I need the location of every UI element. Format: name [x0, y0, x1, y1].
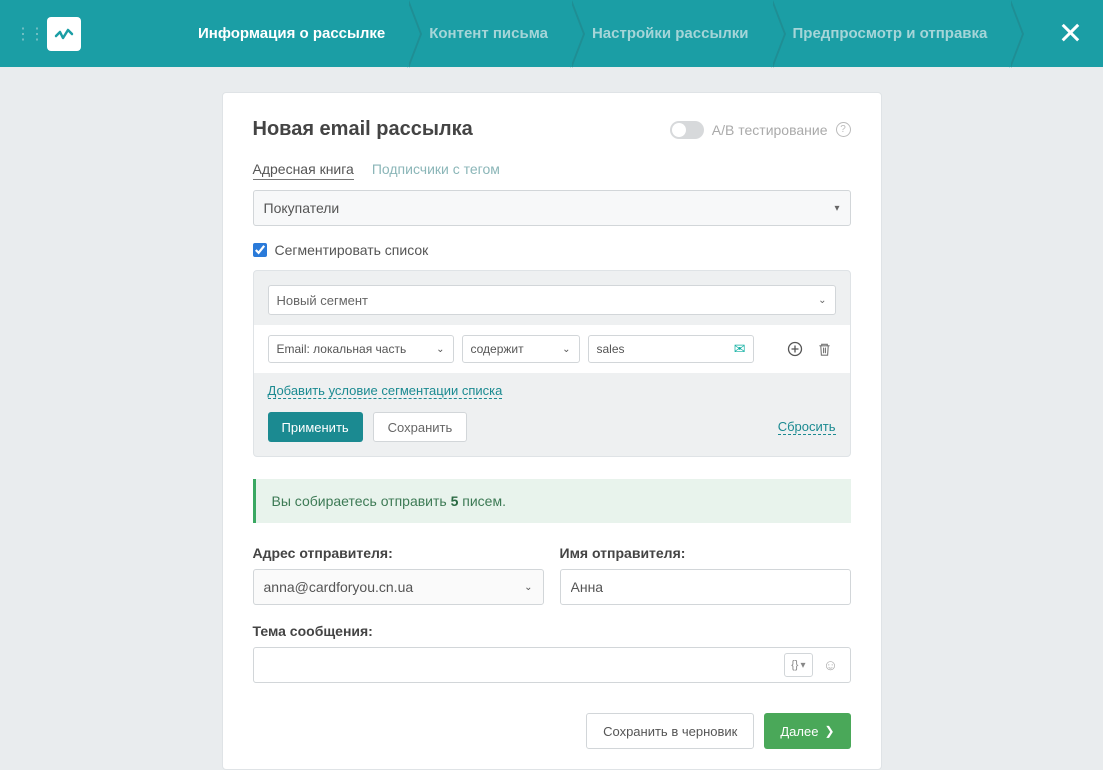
close-icon[interactable]: ✕	[1058, 16, 1083, 51]
main-card: Новая email рассылка A/B тестирование ? …	[222, 92, 882, 770]
rule-operator-value: содержит	[471, 342, 524, 356]
add-condition-row: Добавить условие сегментации списка	[268, 383, 836, 398]
subject-label: Тема сообщения:	[253, 623, 851, 639]
segment-panel: Новый сегмент ⌄ Email: локальная часть ⌄…	[253, 270, 851, 457]
subject-section: Тема сообщения: {} ▾ ☺	[253, 623, 851, 683]
segment-checkbox-label: Сегментировать список	[275, 242, 429, 258]
sender-address-select[interactable]: anna@cardforyou.cn.ua ⌄	[253, 569, 544, 605]
segment-select[interactable]: Новый сегмент ⌄	[268, 285, 836, 315]
add-condition-link[interactable]: Добавить условие сегментации списка	[268, 383, 503, 399]
step-settings[interactable]: Настройки рассылки	[570, 0, 771, 67]
card-footer: Сохранить в черновик Далее ❯	[253, 713, 851, 749]
sender-name-col: Имя отправителя:	[560, 545, 851, 605]
rule-value-wrap: ✉	[588, 335, 754, 363]
sender-address-col: Адрес отправителя: anna@cardforyou.cn.ua…	[253, 545, 544, 605]
caret-down-icon: ▾	[834, 203, 839, 214]
chevron-down-icon: ▾	[800, 660, 805, 671]
step-label: Информация о рассылке	[198, 25, 385, 42]
ab-toggle[interactable]	[670, 121, 704, 139]
save-draft-button[interactable]: Сохранить в черновик	[586, 713, 754, 749]
rule-field-value: Email: локальная часть	[277, 342, 407, 356]
sender-name-input[interactable]	[560, 569, 851, 605]
delete-rule-icon[interactable]	[814, 338, 836, 360]
next-button[interactable]: Далее ❯	[764, 713, 850, 749]
ab-testing-toggle-wrap: A/B тестирование ?	[670, 121, 851, 139]
sender-row: Адрес отправителя: anna@cardforyou.cn.ua…	[253, 545, 851, 605]
variables-button[interactable]: {} ▾	[784, 653, 812, 677]
banner-suffix: писем.	[458, 493, 506, 509]
segment-select-value: Новый сегмент	[277, 293, 369, 308]
recipient-tabs: Адресная книга Подписчики с тегом	[253, 161, 851, 180]
segment-actions: Применить Сохранить Сбросить	[268, 412, 836, 442]
info-banner: Вы собираетесь отправить 5 писем.	[253, 479, 851, 523]
variables-label: {}	[791, 659, 798, 671]
apply-button[interactable]: Применить	[268, 412, 363, 442]
subject-input[interactable]	[253, 647, 851, 683]
app-logo-icon[interactable]	[47, 17, 81, 51]
wizard-steps: Информация о рассылке Контент письма Нас…	[176, 0, 1009, 67]
drag-handle-icon[interactable]: ⋮⋮	[15, 24, 43, 44]
emoji-icon[interactable]: ☺	[819, 653, 843, 677]
step-label: Предпросмотр и отправка	[793, 25, 988, 42]
rule-operator-select[interactable]: содержит ⌄	[462, 335, 580, 363]
subject-row: {} ▾ ☺	[253, 647, 851, 683]
rule-value-input[interactable]	[588, 335, 754, 363]
chevron-down-icon: ⌄	[818, 295, 826, 306]
logo-area: ⋮⋮	[0, 17, 81, 51]
chevron-right-icon: ❯	[824, 724, 834, 738]
page-title: Новая email рассылка	[253, 118, 473, 141]
card-header: Новая email рассылка A/B тестирование ?	[253, 118, 851, 141]
next-label: Далее	[780, 724, 818, 739]
sender-name-label: Имя отправителя:	[560, 545, 851, 561]
segment-checkbox-row[interactable]: Сегментировать список	[253, 242, 851, 258]
step-content[interactable]: Контент письма	[407, 0, 570, 67]
address-book-select[interactable]: Покупатели ▾	[253, 190, 851, 226]
tab-subscribers-tag[interactable]: Подписчики с тегом	[372, 161, 500, 180]
help-icon[interactable]: ?	[836, 122, 851, 137]
segment-checkbox[interactable]	[253, 243, 267, 257]
chevron-down-icon: ⌄	[436, 344, 444, 355]
subject-icons: {} ▾ ☺	[784, 653, 842, 677]
ab-label: A/B тестирование	[712, 122, 828, 138]
sender-address-label: Адрес отправителя:	[253, 545, 544, 561]
wizard-header: ⋮⋮ Информация о рассылке Контент письма …	[0, 0, 1103, 67]
sender-address-value: anna@cardforyou.cn.ua	[264, 579, 414, 595]
tab-address-book[interactable]: Адресная книга	[253, 161, 354, 180]
step-preview[interactable]: Предпросмотр и отправка	[771, 0, 1010, 67]
add-rule-icon[interactable]	[784, 338, 806, 360]
step-info[interactable]: Информация о рассылке	[176, 0, 407, 67]
rule-field-select[interactable]: Email: локальная часть ⌄	[268, 335, 454, 363]
chevron-down-icon: ⌄	[562, 344, 570, 355]
chevron-down-icon: ⌄	[524, 582, 532, 593]
reset-link[interactable]: Сбросить	[778, 419, 836, 435]
step-label: Настройки рассылки	[592, 25, 749, 42]
mail-icon: ✉	[734, 341, 746, 358]
banner-prefix: Вы собираетесь отправить	[272, 493, 451, 509]
address-book-value: Покупатели	[264, 200, 340, 216]
segment-rule-row: Email: локальная часть ⌄ содержит ⌄ ✉	[254, 325, 850, 373]
step-label: Контент письма	[429, 25, 548, 42]
save-segment-button[interactable]: Сохранить	[373, 412, 468, 442]
